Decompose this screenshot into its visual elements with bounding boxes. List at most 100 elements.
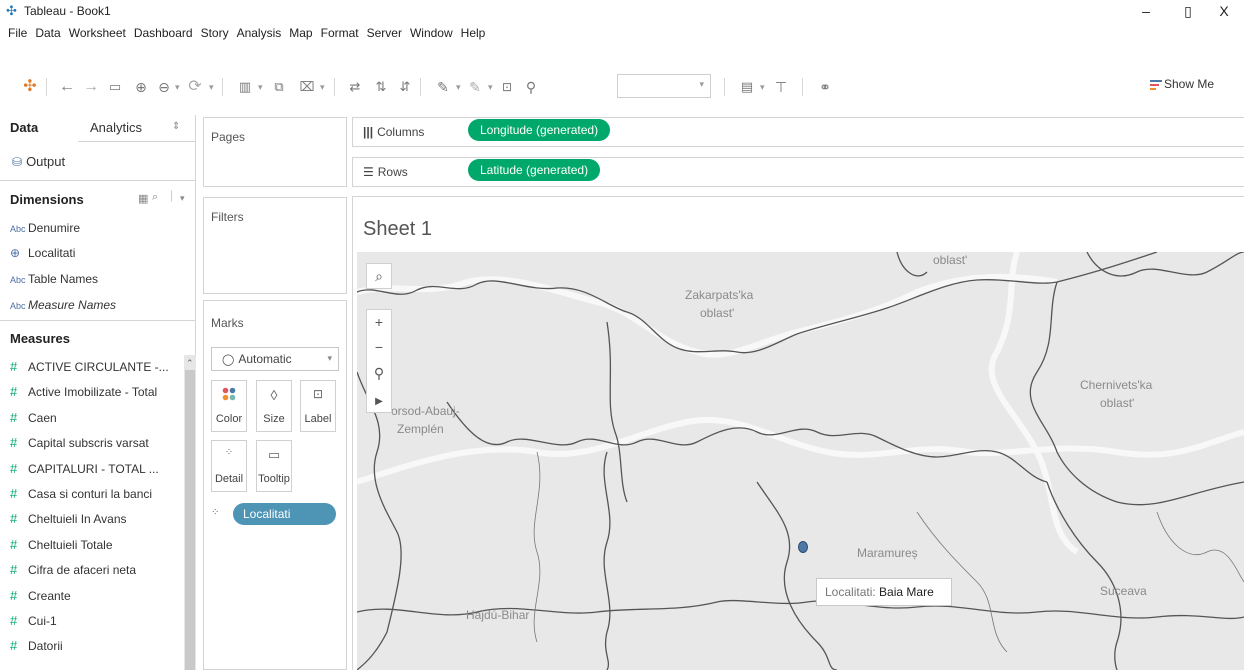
section-divider [0, 320, 196, 321]
minus-icon: − [374, 339, 384, 355]
toolbar-separator [420, 78, 421, 96]
chevron-down-icon[interactable]: ▾ [760, 76, 765, 98]
measure-field[interactable]: # Cifra de afaceri neta [10, 562, 136, 577]
new-datasource-icon[interactable]: ⊕ [130, 76, 152, 98]
measure-field[interactable]: # Cheltuieli Totale [10, 537, 113, 552]
forward-icon[interactable]: → [80, 76, 102, 98]
chevron-down-icon[interactable]: ▾ [175, 76, 180, 98]
share-icon[interactable]: ⚭ [814, 76, 836, 98]
color-button[interactable]: Color [211, 380, 247, 432]
menu-window[interactable]: Window [406, 22, 457, 40]
search-icon: ⌕ [375, 268, 383, 284]
detail-button[interactable]: ⁘ Detail [211, 440, 247, 492]
datasource-output[interactable]: ⛁ Output [12, 154, 65, 169]
latitude-pill[interactable]: Latitude (generated) [468, 159, 601, 181]
pause-updates-icon[interactable]: ⊖ [154, 76, 174, 98]
minimize-button[interactable]: – [1128, 2, 1164, 20]
measure-field[interactable]: # Cheltuieli In Avans [10, 511, 127, 526]
refresh-icon[interactable]: ⟳ [184, 76, 206, 98]
menu-data[interactable]: Data [31, 22, 64, 40]
hash-number-icon: # [10, 536, 18, 552]
show-me-icon[interactable] [1150, 79, 1162, 91]
close-button[interactable]: X [1206, 2, 1242, 20]
scroll-up-icon[interactable]: ⌃ [186, 358, 194, 369]
toolbar-separator [46, 78, 47, 96]
menu-worksheet[interactable]: Worksheet [65, 22, 130, 40]
chevron-down-icon[interactable]: ▾ [456, 76, 461, 98]
map-label: Hajdú-Bihar [466, 608, 529, 622]
menu-file[interactable]: File [0, 22, 31, 40]
restore-button[interactable]: ▯ [1170, 2, 1206, 20]
sort-descending-icon[interactable]: ⇵ [394, 76, 416, 98]
hash-number-icon: # [10, 486, 18, 501]
presentation-mode-icon[interactable]: ⊤ [770, 76, 792, 98]
new-worksheet-icon[interactable]: ▥ [234, 76, 256, 98]
show-cards-icon[interactable]: ▤ [736, 76, 758, 98]
measure-field[interactable]: # Caen [10, 410, 57, 425]
menu-format[interactable]: Format [317, 22, 363, 40]
measure-field[interactable]: # ACTIVE CIRCULANTE -... [10, 359, 169, 374]
dimension-field[interactable]: Abc Table Names [10, 272, 98, 286]
scrollbar-thumb[interactable] [185, 370, 195, 670]
measure-field[interactable]: # CAPITALURI - TOTAL ... [10, 461, 159, 476]
pages-shelf[interactable] [203, 117, 347, 187]
map-mark-baia-mare[interactable] [798, 541, 808, 553]
fit-dropdown[interactable]: ▾ [617, 74, 711, 98]
show-me-button[interactable]: Show Me [1164, 77, 1214, 91]
menu-story[interactable]: Story [197, 22, 233, 40]
globe-icon: ⊕ [10, 246, 21, 260]
tooltip-icon: ▭ [267, 447, 281, 462]
chevron-down-icon[interactable]: ▾ [180, 193, 185, 204]
label-button[interactable]: ⊡ Label [300, 380, 336, 432]
tableau-home-icon[interactable]: ✣ [18, 76, 42, 98]
menu-dashboard[interactable]: Dashboard [130, 22, 197, 40]
chevron-down-icon[interactable]: ▾ [320, 76, 325, 98]
highlight-icon[interactable]: ✎ [432, 76, 454, 98]
sort-ascending-icon[interactable]: ⇅ [370, 76, 392, 98]
menu-map[interactable]: Map [285, 22, 316, 40]
search-icon[interactable]: ⌕ [152, 191, 158, 204]
measure-field[interactable]: # Active Imobilizate - Total [10, 384, 157, 399]
show-mark-labels-icon[interactable]: ⊡ [496, 76, 518, 98]
map-search-button[interactable]: ⌕ [366, 263, 392, 289]
measure-field[interactable]: # Datorii [10, 638, 63, 653]
group-members-icon[interactable]: ✎ [464, 76, 486, 98]
detail-pill-localitati[interactable]: Localitati [233, 503, 336, 525]
longitude-pill[interactable]: Longitude (generated) [468, 119, 611, 141]
dimension-field[interactable]: Abc Denumire [10, 221, 80, 235]
hash-number-icon: # [10, 562, 18, 578]
chevron-down-icon[interactable]: ▾ [488, 76, 493, 98]
zoom-out-button[interactable]: − [366, 335, 392, 361]
measure-field[interactable]: # Cui-1 [10, 613, 57, 628]
measure-field[interactable]: # Creante [10, 588, 71, 603]
menu-analysis[interactable]: Analysis [233, 22, 286, 40]
zoom-in-button[interactable]: + [366, 309, 392, 335]
pin-axes-icon[interactable]: ⚲ [520, 76, 542, 98]
field-label: Cifra de afaceri neta [28, 563, 137, 578]
menu-help[interactable]: Help [457, 22, 490, 40]
mark-type-dropdown[interactable]: ◯ Automatic ▾ [211, 347, 339, 371]
hash-number-icon: # [10, 460, 18, 476]
pin-map-button[interactable]: ⚲ [366, 361, 392, 387]
swap-rows-columns-icon[interactable]: ⇄ [344, 76, 366, 98]
measure-field[interactable]: # Casa si conturi la banci [10, 486, 152, 501]
chevron-down-icon[interactable]: ▾ [258, 76, 263, 98]
map-tools-expand-button[interactable]: ▶ [366, 387, 392, 413]
map-view[interactable]: Zakarpats'ka oblast' oblast' Chernivets'… [357, 252, 1244, 670]
view-grid-icon[interactable]: ▦ [138, 192, 148, 205]
save-icon[interactable]: ▭ [104, 76, 126, 98]
measure-field[interactable]: # Capital subscris varsat [10, 435, 149, 450]
tooltip-button[interactable]: ▭ Tooltip [256, 440, 292, 492]
dimension-field[interactable]: Abc Measure Names [10, 298, 116, 312]
clear-sheet-icon[interactable]: ⌧ [296, 76, 318, 98]
label-icon: ⊡ [312, 387, 324, 401]
duplicate-sheet-icon[interactable]: ⧉ [268, 76, 290, 98]
chevron-down-icon[interactable]: ▾ [209, 76, 214, 98]
size-button[interactable]: ◊ Size [256, 380, 292, 432]
back-icon[interactable]: ← [56, 76, 78, 98]
pane-menu-icon[interactable]: ⇕ [172, 121, 180, 132]
hash-number-icon: # [10, 409, 18, 425]
menu-server[interactable]: Server [363, 22, 406, 40]
dimension-field[interactable]: ⊕ Localitati [10, 246, 75, 260]
section-separator: | [170, 188, 174, 202]
